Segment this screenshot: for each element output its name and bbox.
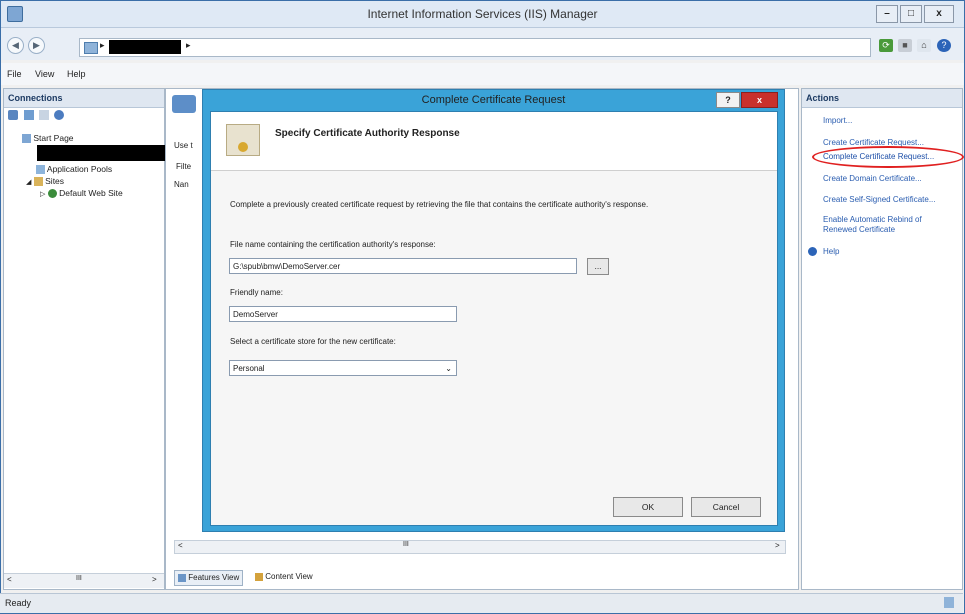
address-bar[interactable]: ▸ ▸ [79,38,871,57]
scroll-left-arrow[interactable]: < [178,541,183,550]
stop-icon[interactable]: ■ [898,39,912,52]
close-button[interactable]: x [924,5,954,23]
back-button[interactable]: ◀ [7,37,24,54]
help-icon[interactable]: ? [937,39,951,52]
dialog-help-button[interactable]: ? [716,92,740,108]
connections-title: Connections [8,93,63,103]
collapse-arrow-icon[interactable]: ▷ [40,191,45,198]
refresh-icon[interactable]: ⟳ [879,39,893,52]
tree-item-label: Default Web Site [59,188,123,198]
content-view-icon [255,572,263,581]
window-title: Internet Information Services (IIS) Mana… [367,7,598,21]
chevron-down-icon: ⌄ [445,364,452,373]
server-icon [84,42,98,54]
redacted-server-node [37,145,167,161]
action-import[interactable]: Import... [823,116,852,125]
center-hscrollbar[interactable]: < III > [174,540,786,554]
actions-pane: Actions Import... Create Certificate Req… [801,88,964,590]
minimize-button[interactable]: – [876,5,898,23]
file-name-input[interactable]: G:\spub\bmw\DemoServer.cer [229,258,577,274]
menu-help[interactable]: Help [67,69,86,79]
home-icon[interactable]: ⌂ [917,39,931,52]
tab-label: Content View [265,572,313,581]
friendly-name-label: Friendly name: [230,288,283,297]
cancel-button[interactable]: Cancel [691,497,761,517]
menu-view[interactable]: View [35,69,54,79]
scroll-grip[interactable]: III [76,575,82,582]
tree-item-sites[interactable]: ◢ Sites [26,176,65,187]
dialog-title: Complete Certificate Request [421,94,566,106]
tree-item-start-page[interactable]: Start Page [22,133,74,144]
status-bar: Ready [0,593,963,613]
up-level-icon[interactable] [39,110,49,120]
maximize-button[interactable]: □ [900,5,922,23]
connections-toolbar [4,108,164,124]
connections-header: Connections [4,89,164,108]
navigation-bar: ◀ ▶ ▸ ▸ ⟳ ■ ⌂ ? [1,28,964,60]
network-status-icon [944,597,954,608]
connections-pane: Connections Start Page Application Pools… [3,88,167,590]
connect-icon[interactable] [8,110,18,120]
scroll-left-arrow[interactable]: < [7,575,12,584]
scroll-grip[interactable]: III [403,541,409,548]
forward-button[interactable]: ▶ [28,37,45,54]
complete-certificate-request-dialog: Complete Certificate Request ? x Specify… [202,89,785,532]
dialog-header: Specify Certificate Authority Response [211,112,777,171]
filter-fragment: Filte [176,162,192,171]
menu-file[interactable]: File [7,69,22,79]
highlight-ellipse [812,146,964,168]
dialog-body: Specify Certificate Authority Response C… [210,111,778,526]
actions-header: Actions [802,89,962,108]
certificate-icon [226,124,260,156]
server-certificates-icon [172,95,196,113]
dialog-heading: Specify Certificate Authority Response [275,128,460,139]
sites-folder-icon [33,177,43,187]
certificate-store-select[interactable]: Personal ⌄ [229,360,457,376]
action-help[interactable]: Help [823,247,839,256]
start-page-icon [22,134,31,144]
tree-item-label: Sites [45,176,65,186]
redacted-server-name [109,40,181,54]
tab-label: Features View [188,573,240,582]
expand-arrow-icon[interactable]: ◢ [26,179,31,186]
browse-button[interactable]: ... [587,258,609,275]
scroll-right-arrow[interactable]: > [152,575,157,584]
app-pools-icon [36,165,45,175]
tree-item-default-web-site[interactable]: ▷ Default Web Site [40,188,123,199]
save-icon[interactable] [24,110,34,120]
actions-title: Actions [806,93,840,103]
help-icon [808,247,817,256]
action-enable-automatic-rebind[interactable]: Enable Automatic Rebind of Renewed Certi… [823,215,955,235]
breadcrumb-separator: ▸ [100,40,105,50]
title-bar[interactable]: Internet Information Services (IIS) Mana… [1,1,964,28]
file-name-label: File name containing the certification a… [230,240,436,249]
description-fragment: Use t [174,141,193,150]
tab-content-view[interactable]: Content View [252,570,316,584]
dialog-close-button[interactable]: x [741,92,778,108]
scroll-right-arrow[interactable]: > [775,541,780,550]
menu-bar: File View Help [1,63,964,85]
friendly-name-input[interactable]: DemoServer [229,306,457,322]
name-column-fragment: Nan [174,180,189,189]
dialog-description: Complete a previously created certificat… [230,200,649,209]
website-globe-icon [47,189,57,199]
tree-item-application-pools[interactable]: Application Pools [36,164,113,175]
action-create-self-signed-certificate[interactable]: Create Self-Signed Certificate... [823,195,936,204]
tree-item-label: Start Page [33,133,74,143]
ok-button[interactable]: OK [613,497,683,517]
tab-features-view[interactable]: Features View [174,570,244,586]
features-view-icon [178,573,186,582]
certificate-store-label: Select a certificate store for the new c… [230,337,396,346]
tree-item-label: Application Pools [46,164,113,174]
action-create-domain-certificate[interactable]: Create Domain Certificate... [823,174,922,183]
status-text: Ready [5,598,32,608]
certificate-store-value: Personal [233,364,265,373]
connect-server-icon[interactable] [54,110,64,120]
seal-icon [238,142,248,152]
breadcrumb-separator: ▸ [186,40,191,50]
connections-hscrollbar[interactable]: < III > [4,573,164,588]
